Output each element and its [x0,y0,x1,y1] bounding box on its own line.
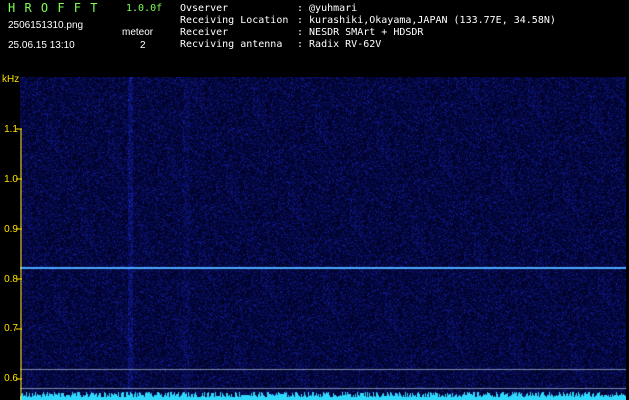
meteor-count: 2 [140,40,146,51]
location-value: : kurashiki,Okayama,JAPAN (133.77E, 34.5… [297,15,556,26]
datetime-label: 25.06.15 13:10 [8,40,75,51]
observer-label: Ovserver [180,3,229,14]
receiver-value: : NESDR SMArt + HDSDR [297,27,424,38]
y-axis-ticks [16,128,22,400]
spectrogram-canvas[interactable] [20,77,626,400]
app-version: 1.0.0f [126,3,163,14]
location-label: Receiving Location [180,15,289,26]
app-title: H R O F F T [8,1,99,15]
filename-label: 2506151310.png [8,20,84,31]
observer-value: : @yuhmari [297,3,358,14]
receiver-label: Receiver [180,27,229,38]
meteor-mode-label: meteor [122,27,154,38]
antenna-value: : Radix RV-62V [297,39,382,50]
antenna-label: Recviving antenna [180,39,283,50]
